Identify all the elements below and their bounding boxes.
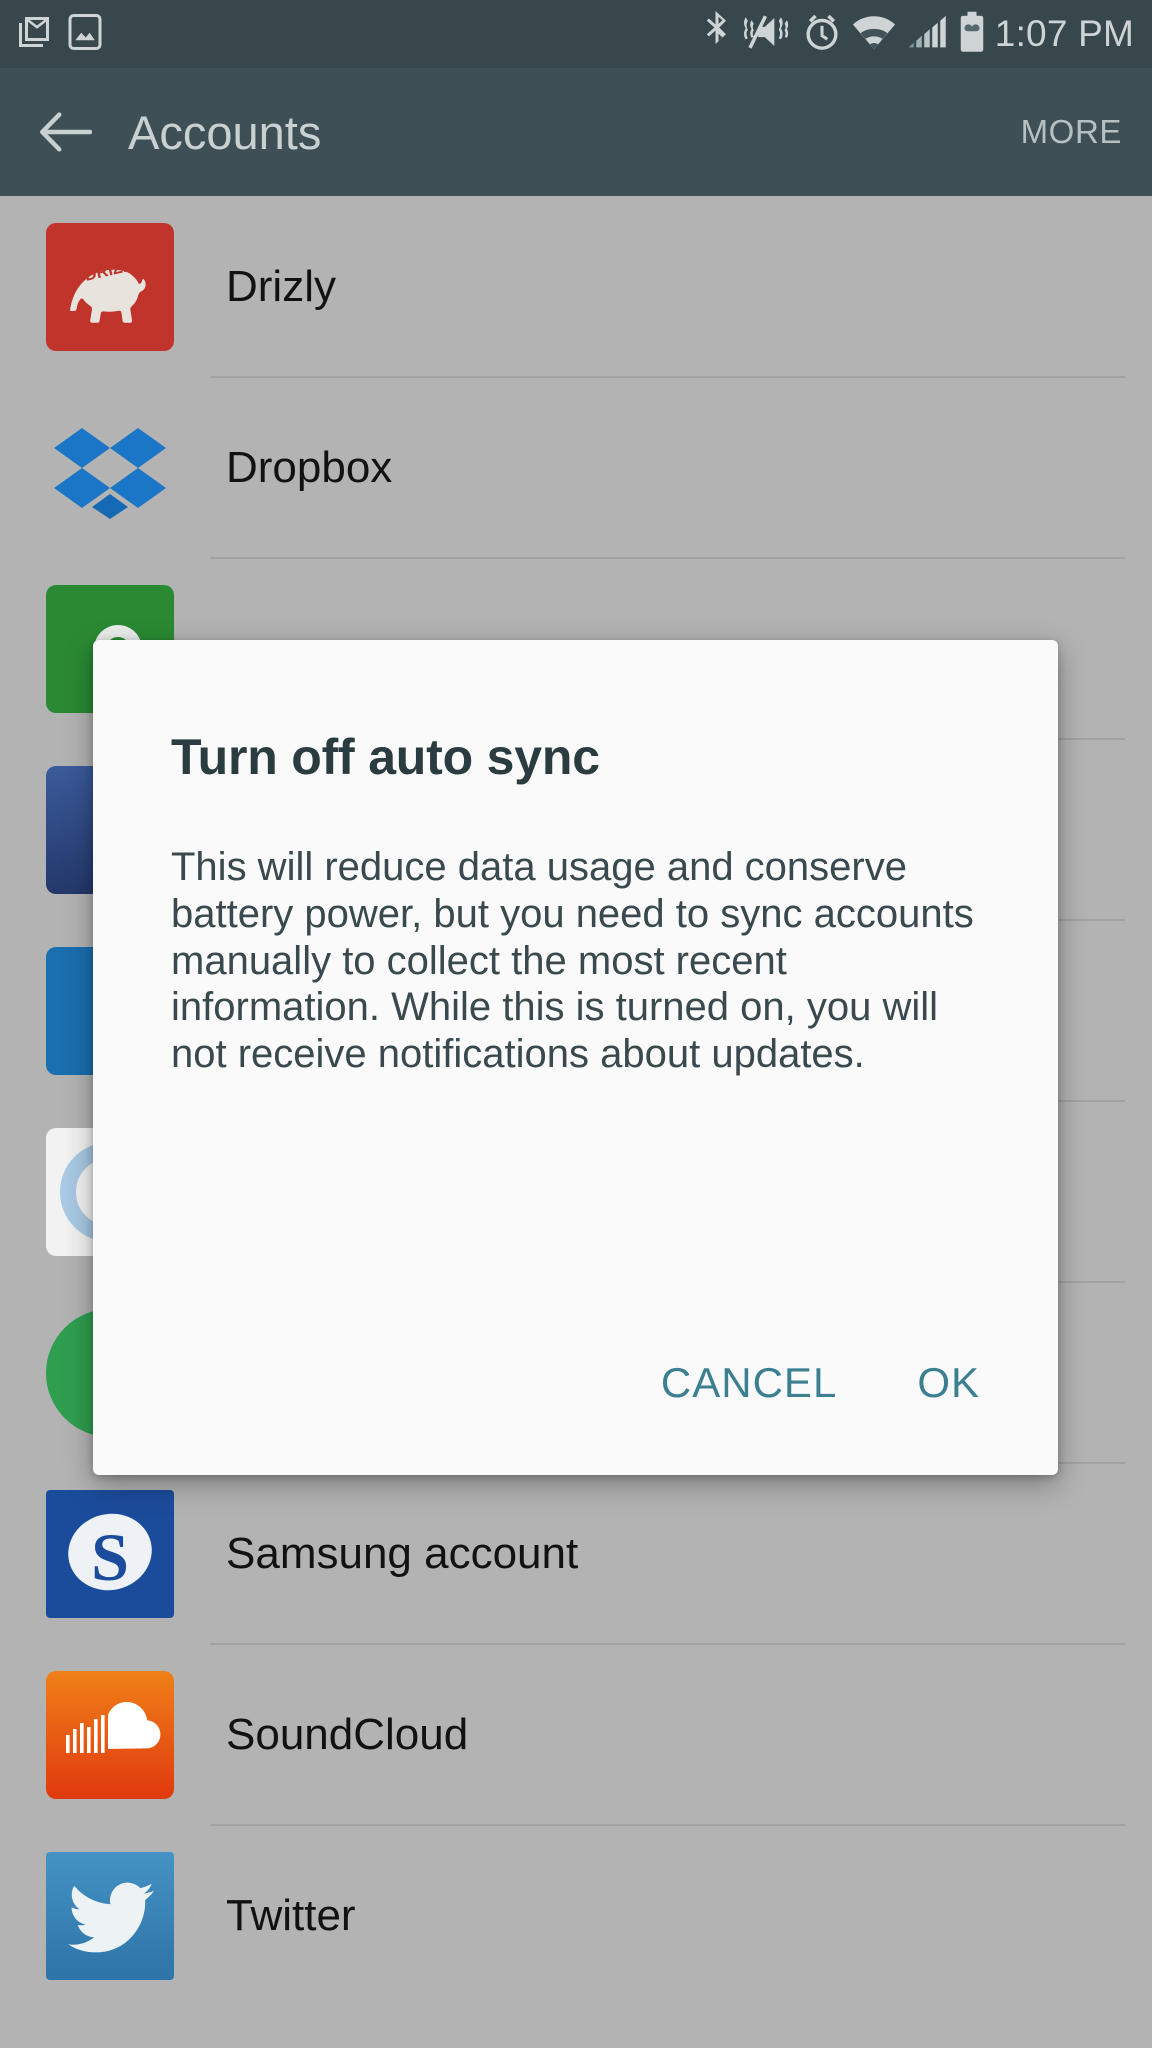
dialog-actions: CANCEL OK [93, 1359, 1058, 1475]
dialog-message: This will reduce data usage and conserve… [171, 845, 974, 1077]
cancel-button[interactable]: CANCEL [661, 1359, 837, 1407]
ok-button[interactable]: OK [917, 1359, 980, 1407]
turn-off-auto-sync-dialog: Turn off auto sync This will reduce data… [93, 640, 1058, 1475]
dialog-title: Turn off auto sync [171, 729, 600, 785]
